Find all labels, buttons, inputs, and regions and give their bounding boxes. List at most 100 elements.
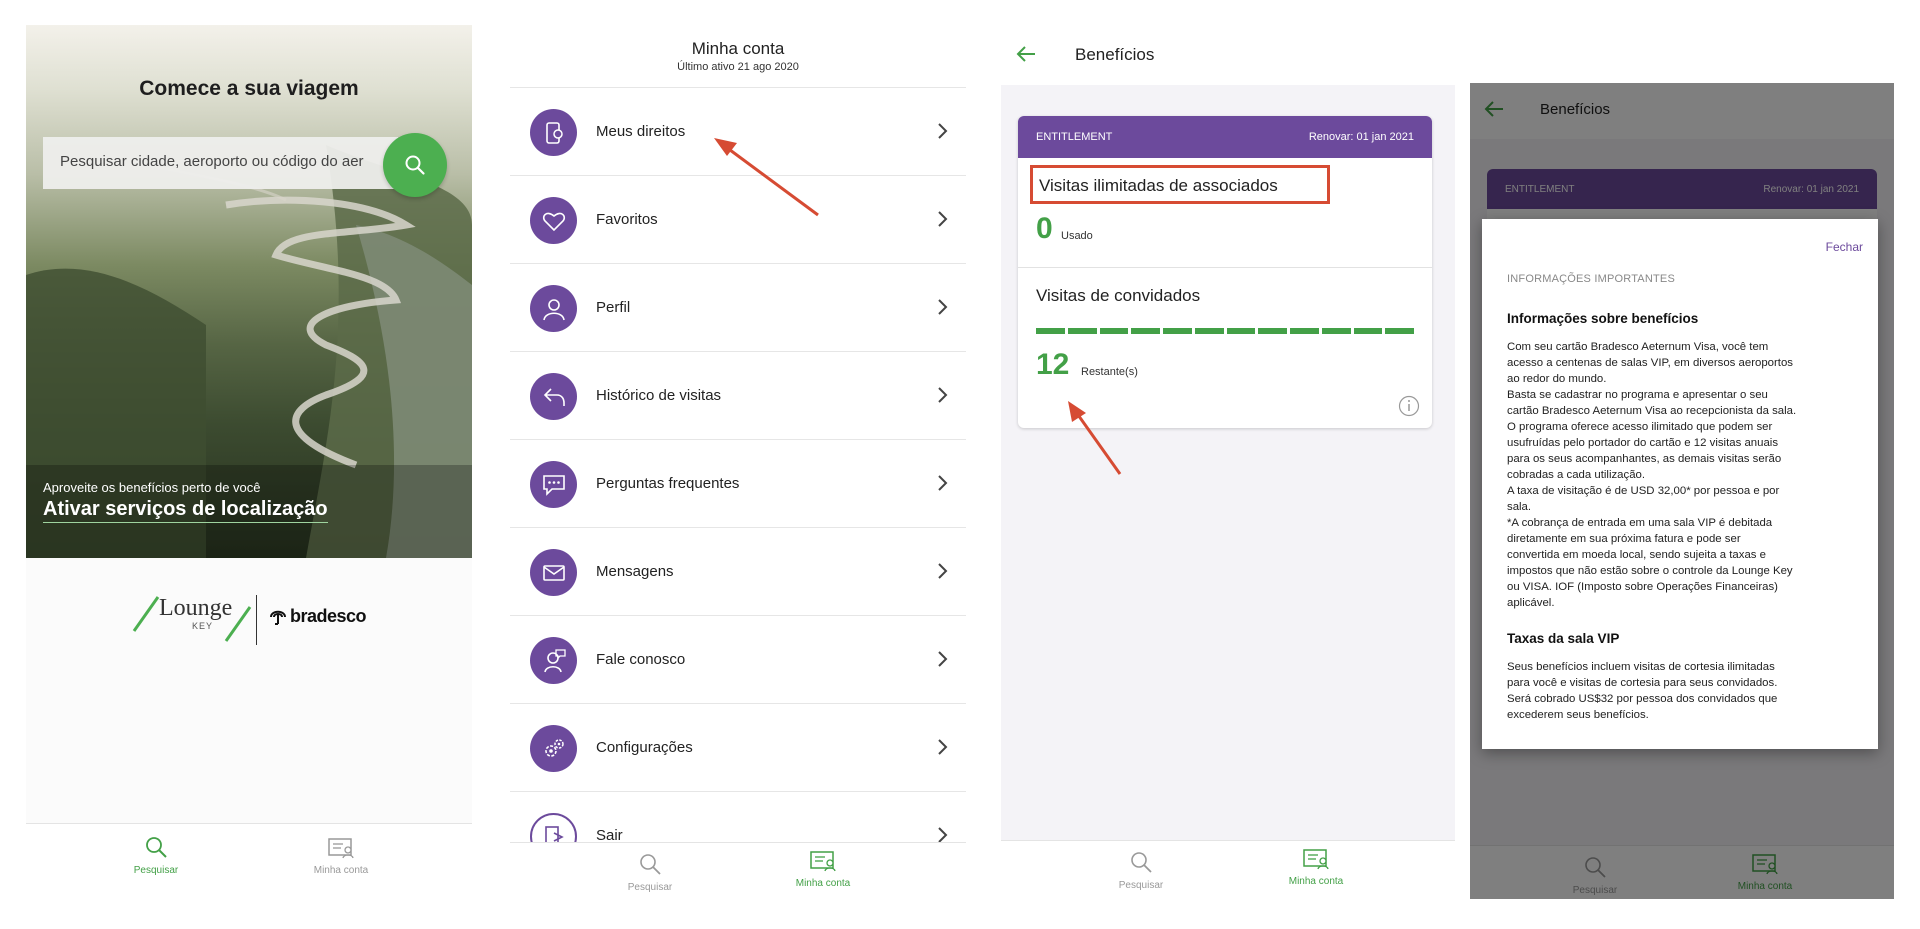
remaining-count: 12 [1036,348,1070,381]
guest-visit-segment [1226,328,1256,334]
search-input[interactable]: Pesquisar cidade, aeroporto ou código do… [43,137,398,189]
text-line: diretamente em sua próxima fatura e pode… [1507,533,1741,545]
menu-item-label: Favoritos [596,211,658,228]
menu-item-label: Meus direitos [596,123,686,140]
chevron-right-icon [938,387,948,403]
contact-icon [530,637,577,684]
guest-visit-segment [1067,328,1097,334]
info-icon[interactable] [1398,395,1420,417]
guest-visit-segment [1353,328,1383,334]
close-button[interactable]: Fechar [1826,240,1863,254]
tab-label: Minha conta [313,865,369,876]
tab-label: Pesquisar [133,865,179,876]
top-bar: Benefícios [1001,25,1455,85]
search-icon [405,155,425,175]
search-icon [640,854,661,875]
text-line: sala. [1507,501,1532,513]
text-line: usufruídas pelo portador do cartão e 12 … [1507,437,1779,449]
menu-item-mensagens[interactable]: Mensagens [510,527,966,615]
text-line: ou VISA. IOF (Imposto sobre Operações Fi… [1507,581,1778,593]
location-subtitle: Aproveite os benefícios perto de você [43,480,261,495]
text-line: aplicável. [1507,597,1555,609]
text-line: Seus benefícios incluem visitas de corte… [1507,661,1775,673]
text-line: Com seu cartão Bradesco Aeternum Visa, v… [1507,341,1769,353]
benefits-info-screen: Benefícios ENTITLEMENT Renovar: 01 jan 2… [1470,83,1894,899]
account-screen: Minha conta Último ativo 21 ago 2020 Meu… [510,25,966,896]
text-line: Será cobrado US$32 por pessoa dos convid… [1507,693,1778,705]
mountain-road-illustration [26,145,472,558]
card-header: ENTITLEMENT Renovar: 01 jan 2021 [1018,116,1432,158]
remaining-label: Restante(s) [1081,366,1138,378]
menu-item-perfil[interactable]: Perfil [510,263,966,351]
info-modal: Fechar INFORMAÇÕES IMPORTANTES Informaçõ… [1482,219,1878,749]
account-icon [810,851,836,872]
bottom-tab-bar: Pesquisar Minha conta [510,842,966,896]
text-line: excederem seus benefícios. [1507,709,1649,721]
last-active-text: Último ativo 21 ago 2020 [677,61,799,73]
menu-item-configuracoes[interactable]: Configurações [510,703,966,791]
guest-visits-title: Visitas de convidados [1036,286,1201,305]
page-title: Minha conta [691,39,785,58]
envelope-icon [530,549,577,596]
text-line: impostos que não estão sobre o controle … [1507,565,1793,577]
tab-label: Minha conta [1288,876,1344,887]
entitlement-card: ENTITLEMENT Renovar: 01 jan 2021 Visitas… [1018,116,1432,428]
member-visits-title: Visitas ilimitadas de associados [1030,165,1330,204]
tab-minha-conta[interactable]: Minha conta [301,836,381,876]
lounge-key-subtext: KEY [192,621,214,631]
tab-label: Pesquisar [1118,880,1164,891]
text-line: convertida em moeda local, sendo sujeita… [1507,549,1766,561]
rights-card-icon [530,109,577,156]
text-line: *A cobrança de entrada em uma sala VIP é… [1507,517,1773,529]
chevron-right-icon [938,211,948,227]
guest-visit-segment [1163,328,1192,334]
page-title: Benefícios [1075,45,1155,64]
history-icon [530,373,577,420]
hero-image: Comece a sua viagem Pesquisar cidade, ae… [26,25,472,558]
guest-visit-segment [1131,328,1160,334]
guest-visit-segment [1099,328,1129,334]
lounge-key-logo: Lounge [159,595,233,621]
tab-pesquisar[interactable]: Pesquisar [610,851,690,893]
logo-divider [256,595,257,645]
chevron-right-icon [938,739,948,755]
page-title: Comece a sua viagem [139,77,359,100]
enable-location-link[interactable]: Ativar serviços de localização [43,498,328,523]
menu-item-label: Perfil [596,299,631,316]
menu-item-historico[interactable]: Histórico de visitas [510,351,966,439]
bottom-tab-bar: Pesquisar Minha conta [1001,840,1455,896]
guest-visit-segment [1194,328,1224,334]
divider [1018,267,1432,268]
tab-pesquisar[interactable]: Pesquisar [1101,849,1181,891]
renewal-date: Renovar: 01 jan 2021 [1308,131,1414,143]
tab-label: Minha conta [795,878,851,889]
tab-minha-conta[interactable]: Minha conta [778,849,868,889]
benefits-info-text: Com seu cartão Bradesco Aeternum Visa, v… [1507,339,1857,611]
used-count: 0 [1036,212,1053,245]
menu-item-meus-direitos[interactable]: Meus direitos [510,87,966,175]
text-line: para os seus acompanhantes, as demais vi… [1507,453,1782,465]
menu-item-favoritos[interactable]: Favoritos [510,175,966,263]
text-line: para você e visitas de cortesia para seu… [1507,677,1778,689]
vip-fees-heading: Taxas da sala VIP [1507,631,1620,646]
vip-fees-text: Seus benefícios incluem visitas de corte… [1507,659,1857,723]
search-screen: Comece a sua viagem Pesquisar cidade, ae… [26,25,472,896]
search-button[interactable] [383,133,447,197]
text-line: cobradas a cada utilização. [1507,469,1646,481]
search-icon [1131,852,1152,873]
chevron-right-icon [938,123,948,139]
menu-item-fale-conosco[interactable]: Fale conosco [510,615,966,703]
menu-item-perguntas[interactable]: Perguntas frequentes [510,439,966,527]
back-arrow-icon[interactable] [1015,43,1037,65]
faq-chat-icon [530,461,577,508]
tab-minha-conta[interactable]: Minha conta [1271,847,1361,887]
bradesco-logo: bradesco [290,606,367,626]
tab-pesquisar[interactable]: Pesquisar [116,834,196,876]
text-line: A taxa de visitação é de USD 32,00* por … [1507,485,1780,497]
guest-visit-segment [1258,328,1287,334]
guest-visit-segment [1290,328,1319,334]
bradesco-tree-icon [270,610,286,625]
text-line: O programa oferece acesso ilimitado que … [1507,421,1773,433]
text-line: cartão Bradesco Aeternum Visa ao recepci… [1507,405,1797,417]
profile-icon [530,285,577,332]
